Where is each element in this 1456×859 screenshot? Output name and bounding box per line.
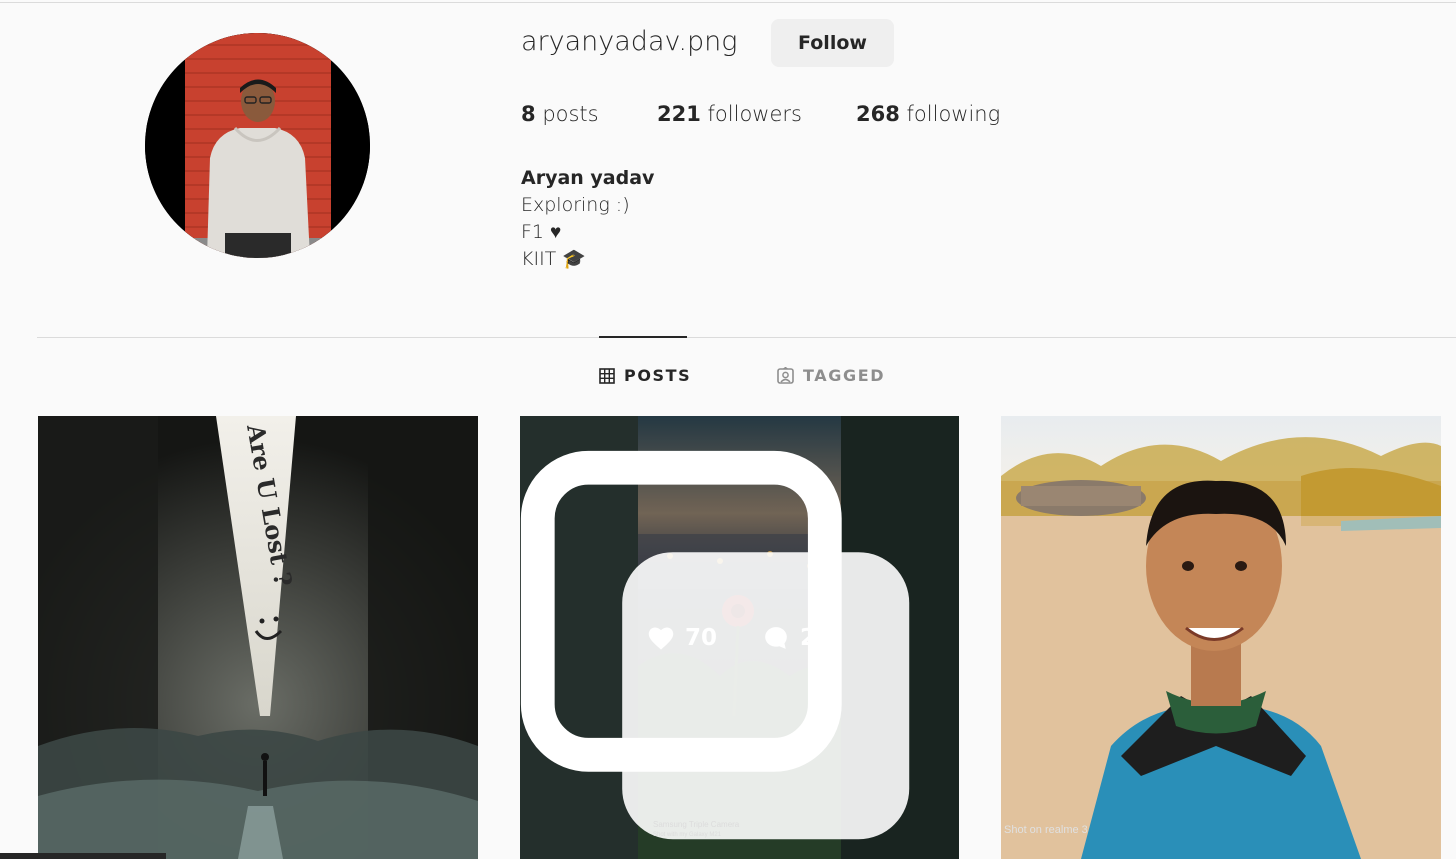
following-stat[interactable]: 268 following: [856, 102, 1000, 126]
post-image-are-u-lost: Are U Lost ?: [38, 416, 478, 859]
tab-posts-label: POSTS: [624, 366, 692, 385]
comments-count: 20: [800, 624, 833, 651]
top-border: [0, 2, 1456, 3]
photo-watermark: Shot on realme 3: [1004, 824, 1088, 836]
avatar-image: [145, 33, 370, 258]
follow-button[interactable]: Follow: [771, 19, 894, 67]
bio-line: KIIT 🎓: [521, 248, 586, 270]
followers-stat[interactable]: 221 followers: [657, 102, 802, 126]
tab-tagged-label: TAGGED: [803, 366, 886, 385]
bio-line: Exploring :): [521, 194, 630, 216]
tab-tagged[interactable]: TAGGED: [777, 366, 885, 385]
likes-count: 70: [684, 624, 717, 651]
comments-count-group: 20: [762, 625, 832, 651]
posts-count: 8: [521, 102, 536, 126]
watermark-subtext: Shot with my Galaxy M21: [653, 832, 722, 838]
profile-bio: Aryan yadav Exploring :) F1 ♥ KIIT 🎓: [521, 165, 654, 273]
followers-count: 221: [657, 102, 701, 126]
tabs-divider: [37, 337, 1456, 338]
photo-watermark: Samsung Triple Camera Shot with my Galax…: [653, 820, 739, 840]
heart-icon: [648, 627, 674, 650]
comment-icon: [765, 626, 787, 649]
scrollbar-indicator: [0, 853, 166, 859]
active-tab-indicator: [599, 336, 687, 338]
bio-line: F1 ♥: [521, 221, 562, 243]
grid-icon: [599, 367, 615, 384]
following-label: following: [906, 102, 1001, 126]
profile-avatar[interactable]: [145, 33, 370, 258]
post-thumbnail[interactable]: Are U Lost ?: [38, 416, 478, 859]
posts-stat: 8 posts: [521, 102, 599, 126]
profile-full-name: Aryan yadav: [521, 167, 655, 189]
post-image-selfie: [1001, 416, 1441, 859]
profile-username: aryanyadav.png: [521, 26, 738, 57]
tagged-icon: [777, 367, 794, 384]
tab-posts[interactable]: POSTS: [599, 366, 691, 385]
followers-label: followers: [707, 102, 802, 126]
posts-label: posts: [542, 102, 599, 126]
post-hover-overlay: 70 20: [520, 416, 959, 859]
likes-count-group: 70: [647, 625, 717, 651]
watermark-text: Samsung Triple Camera: [653, 820, 740, 829]
post-thumbnail[interactable]: 70 20 Samsung Triple Camera Shot with my…: [520, 416, 959, 859]
following-count: 268: [856, 102, 900, 126]
post-thumbnail[interactable]: Shot on realme 3: [1001, 416, 1441, 859]
